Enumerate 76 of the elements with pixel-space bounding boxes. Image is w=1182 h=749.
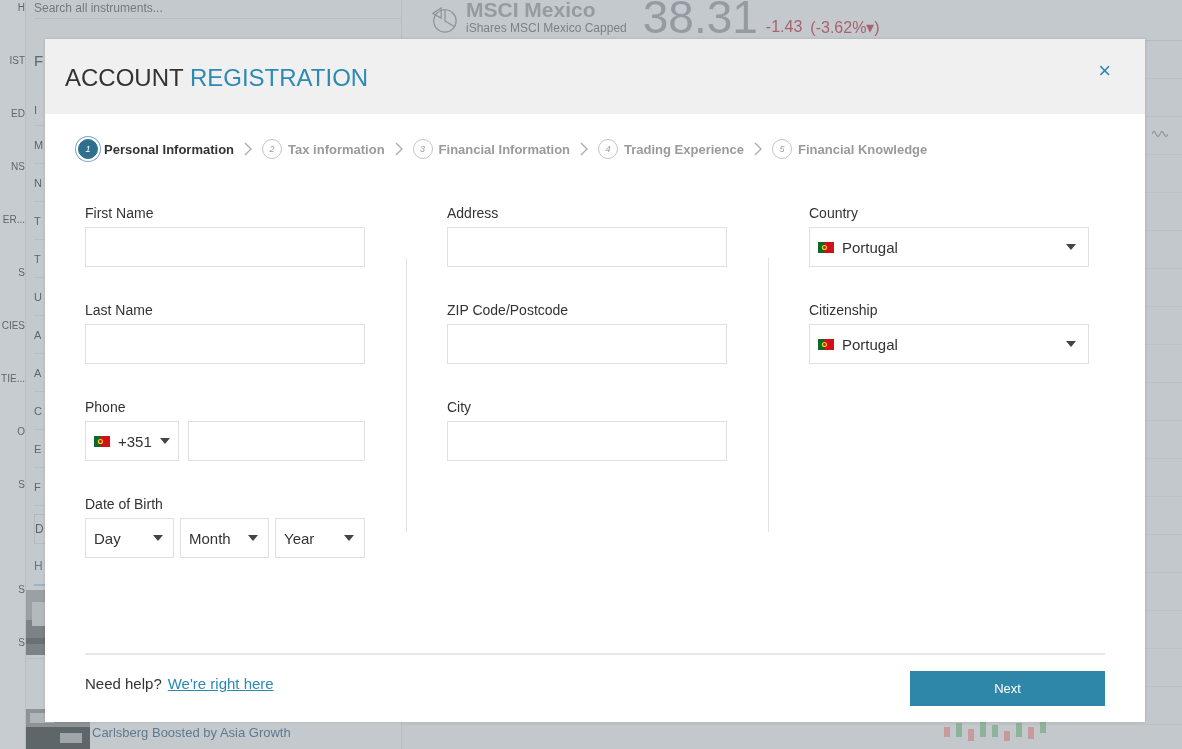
list-item[interactable]: E — [34, 442, 42, 455]
next-button[interactable]: Next — [910, 671, 1105, 706]
field-label: Last Name — [85, 302, 154, 318]
list-item[interactable]: T — [34, 214, 41, 227]
caret-icon — [1066, 244, 1076, 250]
nav-item[interactable]: S — [18, 637, 25, 648]
field-label: ZIP Code/Postcode — [447, 302, 570, 318]
list-item[interactable]: I — [34, 104, 38, 116]
price-change: -1.43 — [765, 18, 803, 36]
help-link[interactable]: We're right here — [167, 675, 274, 706]
phone-code-select[interactable]: +351 — [85, 421, 179, 461]
caret-icon — [248, 535, 258, 541]
select-field[interactable]: Month — [180, 518, 269, 558]
field-label: Phone — [85, 399, 127, 415]
input-field[interactable] — [447, 324, 727, 364]
nav-item[interactable]: TIE... — [1, 373, 25, 384]
step-tab[interactable]: 2 Tax information — [262, 139, 385, 159]
close-button[interactable]: × — [1094, 57, 1115, 84]
list-item[interactable]: M — [34, 138, 44, 151]
news-title[interactable]: Carlsberg Boosted by Asia Growth — [92, 725, 291, 740]
list-item[interactable]: U — [34, 290, 42, 303]
field-label: Country — [809, 205, 860, 221]
step-tab[interactable]: 4 Trading Experience — [598, 139, 744, 159]
dialog-title: ACCOUNT REGISTRATION — [65, 62, 370, 92]
nav-item[interactable]: S — [18, 584, 25, 595]
nav-item[interactable]: IST — [9, 55, 25, 66]
help-text: Need help? — [85, 675, 162, 694]
instrument-subtitle: iShares MSCI Mexico Capped — [466, 21, 627, 35]
caret-icon — [1066, 341, 1076, 347]
caret-icon — [344, 535, 354, 541]
wave-icon[interactable] — [1152, 129, 1168, 139]
list-item[interactable]: F — [34, 480, 41, 493]
input-field[interactable] — [447, 421, 727, 461]
input-field[interactable] — [85, 324, 365, 364]
caret-icon — [159, 438, 170, 444]
nav-item[interactable]: O — [17, 426, 25, 437]
flag-icon — [818, 338, 834, 350]
nav-item[interactable]: NS — [11, 161, 25, 172]
field-label: Date of Birth — [85, 496, 164, 512]
list-item[interactable]: N — [34, 176, 42, 189]
flag-icon — [818, 241, 834, 253]
list-item[interactable]: A — [34, 328, 42, 341]
field-label: City — [447, 399, 473, 415]
input-field[interactable] — [85, 227, 365, 267]
flag-icon — [94, 435, 110, 447]
field-label: First Name — [85, 205, 155, 221]
step-tab[interactable]: 3 Financial Information — [412, 139, 571, 159]
price-change-percent: (-3.62%▾) — [810, 17, 880, 37]
nav-item[interactable]: S — [18, 267, 25, 278]
list-item[interactable]: A — [34, 366, 42, 379]
nav-item[interactable]: ER... — [2, 214, 25, 225]
step-tab[interactable]: 5 Financial Knowledge — [772, 139, 928, 159]
select-field[interactable]: Portugal — [809, 324, 1089, 364]
nav-item[interactable]: S — [18, 479, 25, 490]
select-field[interactable]: Day — [85, 518, 174, 558]
step-tab[interactable]: 1 Personal Information — [78, 139, 235, 159]
chevron-icon — [244, 142, 253, 156]
chevron-icon — [394, 142, 403, 156]
news-tab[interactable]: H — [34, 559, 43, 573]
chevron-icon — [754, 142, 762, 156]
select-field[interactable]: Portugal — [809, 227, 1089, 267]
pie-chart-icon — [430, 6, 458, 34]
nav-item[interactable]: ED — [11, 108, 25, 119]
nav-item[interactable]: H — [17, 2, 25, 13]
input-field[interactable] — [187, 421, 365, 461]
panel-tab[interactable]: F — [34, 51, 44, 69]
search-field[interactable]: Search all instruments... — [34, 0, 401, 19]
chevron-icon — [580, 142, 589, 156]
input-field[interactable] — [447, 227, 727, 267]
caret-icon — [153, 535, 163, 541]
nav-item[interactable]: CIES — [1, 320, 25, 331]
field-label: Citizenship — [809, 302, 879, 318]
field-label: Address — [447, 205, 500, 221]
list-item[interactable]: T — [34, 252, 41, 265]
list-item[interactable]: C — [34, 404, 42, 417]
select-field[interactable]: Year — [275, 518, 365, 558]
